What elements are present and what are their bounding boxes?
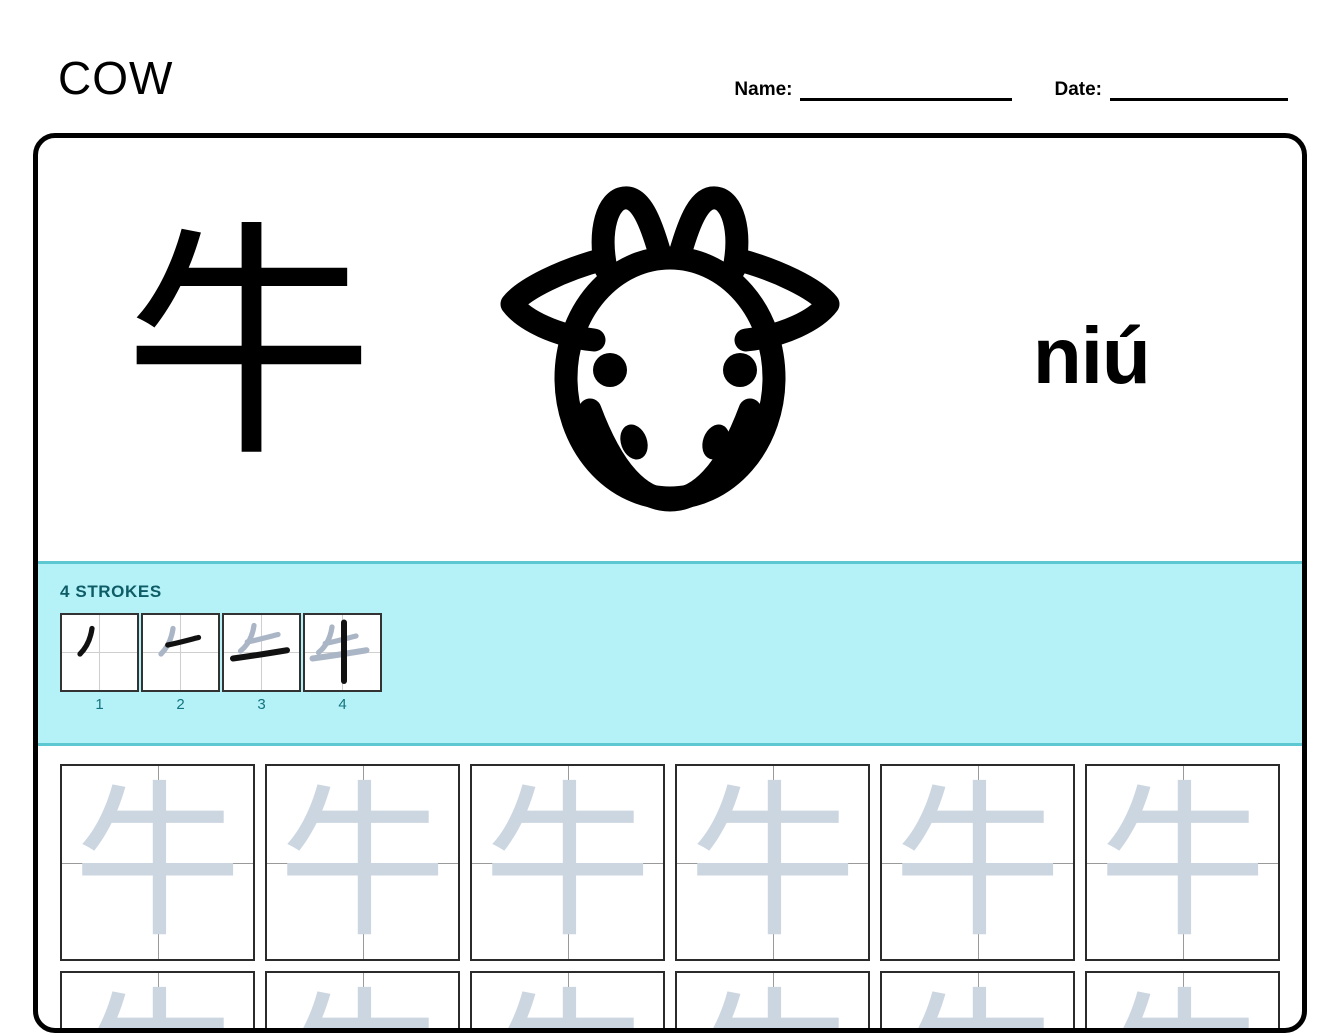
practice-cell[interactable]: 牛	[470, 764, 665, 961]
hero-character-cell: 牛	[38, 220, 459, 475]
stroke-order-item: 3	[222, 613, 301, 712]
practice-row: 牛 牛 牛 牛 牛	[60, 764, 1280, 961]
page-title: COW	[58, 52, 174, 104]
practice-cell[interactable]: 牛	[60, 764, 255, 961]
stroke-order-item: 1	[60, 613, 139, 712]
practice-cell[interactable]: 牛	[60, 971, 255, 1029]
trace-character: 牛	[677, 973, 868, 1029]
name-label: Name:	[734, 79, 793, 100]
hero-illustration-cell	[459, 174, 880, 525]
trace-character: 牛	[1098, 764, 1267, 961]
cow-head-icon	[494, 174, 846, 525]
name-input[interactable]	[800, 86, 1013, 101]
practice-cell[interactable]: 牛	[1085, 971, 1280, 1029]
date-input[interactable]	[1110, 86, 1288, 101]
stroke-number: 4	[338, 696, 347, 713]
trace-character: 牛	[73, 764, 242, 961]
worksheet-header: COW Name: Date:	[0, 0, 1340, 133]
practice-cell[interactable]: 牛	[675, 971, 870, 1029]
trace-character: 牛	[472, 973, 663, 1029]
date-field-group: Date:	[1054, 80, 1288, 101]
trace-character: 牛	[1087, 973, 1278, 1029]
trace-character: 牛	[62, 973, 253, 1029]
name-date-fields: Name: Date:	[734, 80, 1288, 101]
stroke-order-item: 4	[303, 613, 382, 712]
hero-pinyin-cell: niú	[881, 310, 1302, 395]
practice-cell[interactable]: 牛	[1085, 764, 1280, 961]
stroke-order-item: 2	[141, 613, 220, 712]
trace-character: 牛	[893, 764, 1062, 961]
practice-cell[interactable]: 牛	[880, 971, 1075, 1029]
hero-character: 牛	[123, 199, 374, 491]
practice-row: 牛 牛 牛 牛 牛	[60, 971, 1280, 1029]
stroke-number: 1	[95, 696, 104, 713]
stroke-order-list: 1 2 3 4	[60, 613, 1302, 712]
stroke-count-label: 4 STROKES	[60, 582, 162, 601]
trace-character: 牛	[882, 973, 1073, 1029]
practice-cell[interactable]: 牛	[265, 764, 460, 961]
stroke-4-shu	[303, 613, 382, 692]
hero-section: 牛 niú	[38, 138, 1302, 561]
stroke-number: 2	[176, 696, 185, 713]
hero-pinyin: niú	[1032, 310, 1151, 400]
worksheet-card: 牛 niú 4 STROKES 1 2 3 4 牛 牛 牛 牛 牛 牛	[33, 133, 1307, 1033]
trace-character: 牛	[267, 973, 458, 1029]
trace-character: 牛	[483, 764, 652, 961]
practice-cell[interactable]: 牛	[265, 971, 460, 1029]
date-label: Date:	[1054, 79, 1102, 100]
stroke-1-pie	[60, 613, 139, 692]
trace-character: 牛	[278, 764, 447, 961]
practice-cell[interactable]: 牛	[675, 764, 870, 961]
name-field-group: Name:	[734, 79, 1013, 101]
stroke-3-heng	[222, 613, 301, 692]
trace-character: 牛	[688, 764, 857, 961]
stroke-order-section: 4 STROKES 1 2 3 4	[38, 561, 1302, 746]
stroke-2-heng	[141, 613, 220, 692]
practice-cell[interactable]: 牛	[470, 971, 665, 1029]
stroke-number: 3	[257, 696, 266, 713]
practice-grid: 牛 牛 牛 牛 牛 牛	[38, 746, 1302, 1029]
practice-cell[interactable]: 牛	[880, 764, 1075, 961]
